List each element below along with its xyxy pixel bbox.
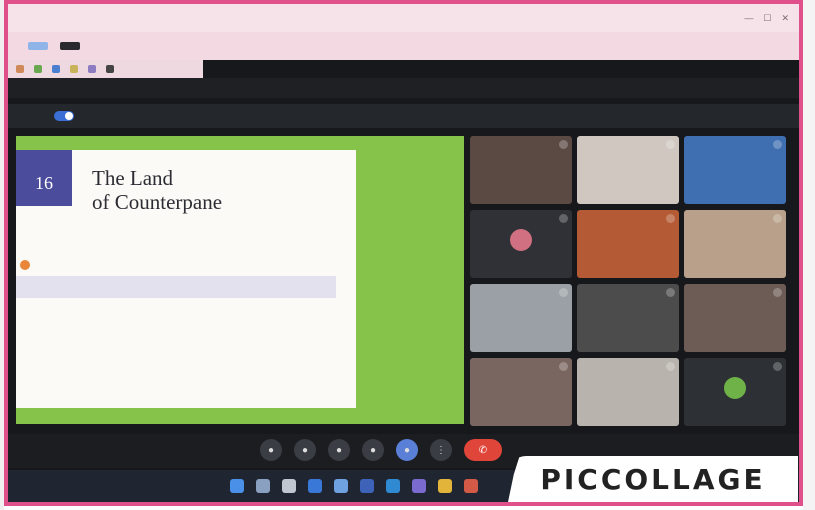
taskbar-app-icon[interactable] bbox=[256, 479, 270, 493]
participant-avatar bbox=[724, 376, 746, 399]
participant-tile[interactable] bbox=[577, 284, 679, 352]
presentation-slide: 16 The Land of Counterpane bbox=[16, 150, 356, 408]
muted-mic-icon bbox=[773, 140, 782, 149]
present-icon[interactable]: ● bbox=[396, 439, 418, 461]
slide-title-line2: of Counterpane bbox=[92, 190, 223, 214]
participant-tile[interactable] bbox=[470, 358, 572, 426]
taskbar-app-icon[interactable] bbox=[386, 479, 400, 493]
taskbar-app-icon[interactable] bbox=[464, 479, 478, 493]
piccollage-watermark: PICCOLLAGE bbox=[508, 456, 798, 502]
participant-avatar bbox=[510, 228, 532, 251]
bookmark-icon[interactable] bbox=[52, 65, 60, 73]
taskbar-app-icon[interactable] bbox=[438, 479, 452, 493]
lesson-number: 16 bbox=[35, 173, 53, 193]
bookmark-icon[interactable] bbox=[16, 65, 24, 73]
participant-tile[interactable] bbox=[470, 210, 572, 278]
muted-mic-icon bbox=[559, 214, 568, 223]
muted-mic-icon bbox=[773, 288, 782, 297]
secondary-action-button[interactable] bbox=[60, 42, 80, 50]
muted-mic-icon bbox=[559, 362, 568, 371]
minimize-icon[interactable]: — bbox=[744, 13, 753, 24]
watermark-text: PICCOLLAGE bbox=[540, 462, 766, 496]
window-titlebar: — ☐ ✕ bbox=[8, 4, 799, 32]
participant-tile[interactable] bbox=[577, 136, 679, 204]
bookmark-icon[interactable] bbox=[88, 65, 96, 73]
camera-icon[interactable]: ● bbox=[294, 439, 316, 461]
taskbar-app-icon[interactable] bbox=[360, 479, 374, 493]
participant-tile[interactable] bbox=[684, 210, 786, 278]
meeting-name-bar bbox=[8, 78, 799, 98]
mic-icon[interactable]: ● bbox=[260, 439, 282, 461]
participant-tile[interactable] bbox=[684, 284, 786, 352]
muted-mic-icon bbox=[666, 288, 675, 297]
taskbar-app-icon[interactable] bbox=[412, 479, 426, 493]
participant-tile[interactable] bbox=[470, 284, 572, 352]
outer-right-edge bbox=[803, 0, 815, 510]
bookmark-icon[interactable] bbox=[106, 65, 114, 73]
muted-mic-icon bbox=[559, 140, 568, 149]
participant-grid bbox=[470, 136, 792, 432]
presenter-avatar bbox=[20, 260, 30, 270]
bookmark-icon[interactable] bbox=[34, 65, 42, 73]
slide-title: The Land of Counterpane bbox=[92, 166, 222, 214]
window-controls: — ☐ ✕ bbox=[744, 13, 789, 24]
shared-screen: 16 The Land of Counterpane bbox=[16, 136, 464, 424]
slide-title-line1: The Land bbox=[92, 166, 174, 190]
collage-frame: — ☐ ✕ 16 The Land of Counterpane ● ● ● ●… bbox=[4, 0, 803, 506]
captions-icon[interactable]: ● bbox=[328, 439, 350, 461]
participant-tile[interactable] bbox=[577, 210, 679, 278]
bookmarks-bar bbox=[8, 60, 203, 78]
participant-tile[interactable] bbox=[684, 358, 786, 426]
muted-mic-icon bbox=[666, 214, 675, 223]
more-icon[interactable]: ⋮ bbox=[430, 439, 452, 461]
muted-mic-icon bbox=[559, 288, 568, 297]
raise-hand-icon[interactable]: ● bbox=[362, 439, 384, 461]
participant-tile[interactable] bbox=[577, 358, 679, 426]
presentation-bar bbox=[8, 104, 799, 128]
close-icon[interactable]: ✕ bbox=[781, 13, 789, 24]
taskbar-app-icon[interactable] bbox=[282, 479, 296, 493]
muted-mic-icon bbox=[666, 140, 675, 149]
muted-mic-icon bbox=[773, 214, 782, 223]
bookmark-icon[interactable] bbox=[70, 65, 78, 73]
taskbar-app-icon[interactable] bbox=[334, 479, 348, 493]
participant-tile[interactable] bbox=[470, 136, 572, 204]
maximize-icon[interactable]: ☐ bbox=[763, 13, 771, 24]
end-call-button[interactable]: ✆ bbox=[464, 439, 502, 461]
primary-action-button[interactable] bbox=[28, 42, 48, 50]
highlighted-text bbox=[16, 276, 336, 298]
browser-toolbar bbox=[8, 32, 799, 60]
muted-mic-icon bbox=[666, 362, 675, 371]
start-icon[interactable] bbox=[230, 479, 244, 493]
participant-tile[interactable] bbox=[684, 136, 786, 204]
taskbar-app-icon[interactable] bbox=[308, 479, 322, 493]
muted-mic-icon bbox=[773, 362, 782, 371]
lesson-number-badge: 16 bbox=[16, 150, 72, 206]
presentation-toggle[interactable] bbox=[54, 111, 74, 121]
